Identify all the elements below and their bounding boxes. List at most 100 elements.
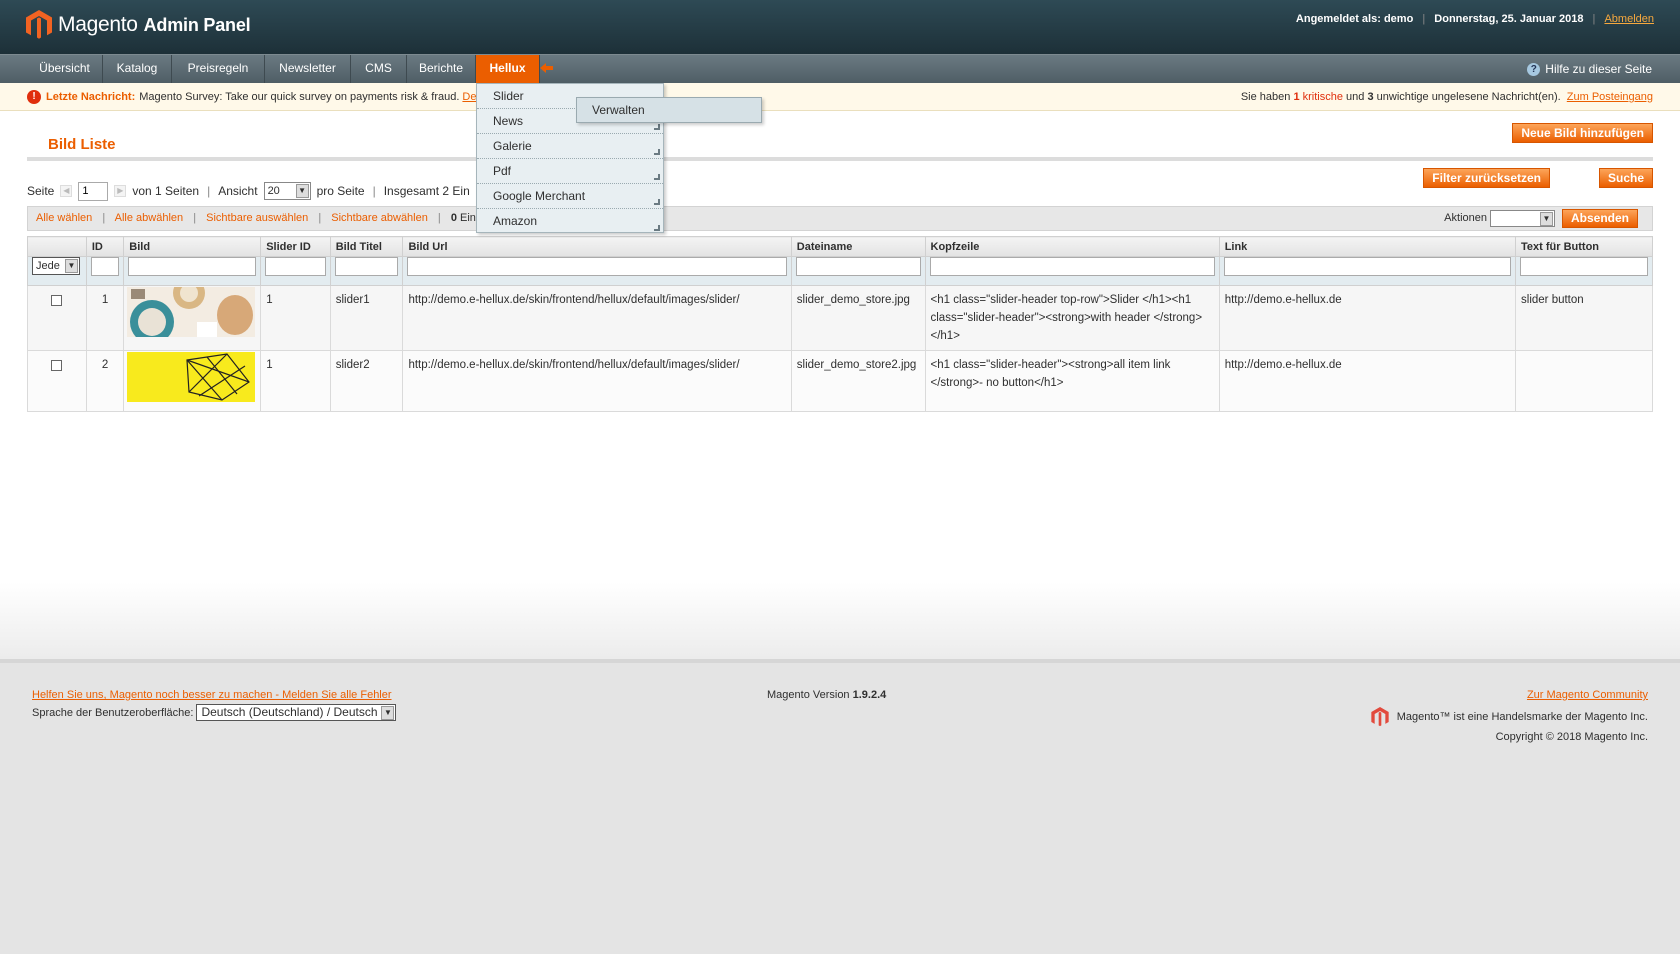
logo-brand: Magento: [58, 13, 138, 36]
prev-page-icon[interactable]: ◀: [60, 185, 73, 197]
separator: |: [207, 184, 211, 198]
select-visible-link[interactable]: Sichtbare auswählen: [206, 212, 308, 224]
critical-label: kritische: [1302, 91, 1343, 103]
logo[interactable]: Magento Admin Panel: [26, 10, 251, 40]
search-button[interactable]: Suche: [1598, 168, 1653, 188]
menu-item-pdf[interactable]: Pdf: [477, 159, 663, 184]
filter-slider-id-input[interactable]: [265, 257, 326, 276]
filter-header-input[interactable]: [929, 257, 1215, 276]
unselect-visible-link[interactable]: Sichtbare abwählen: [331, 212, 428, 224]
logout-link[interactable]: Abmelden: [1604, 13, 1654, 25]
filter-title-input[interactable]: [334, 257, 399, 276]
cell-id: 1: [85, 285, 125, 351]
next-page-icon[interactable]: ▶: [114, 185, 127, 197]
version-label: Magento Version: [767, 689, 850, 701]
nav-item-overview[interactable]: Übersicht: [27, 55, 103, 83]
chevron-down-icon: ▼: [65, 259, 78, 273]
important-count: 3: [1367, 91, 1374, 103]
nav-item-price-rules[interactable]: Preisregeln: [172, 55, 265, 83]
nav-item-reports[interactable]: Berichte: [407, 55, 476, 83]
separator: |: [318, 212, 322, 224]
magento-logo-icon: [26, 10, 52, 39]
filter-url-input[interactable]: [407, 257, 787, 276]
nav-item-catalog[interactable]: Katalog: [103, 55, 172, 83]
nav-item-hellux[interactable]: Hellux: [476, 55, 540, 83]
latest-message-label: Letzte Nachricht:: [46, 91, 136, 103]
magento-version: Magento Version 1.9.2.4: [767, 689, 886, 701]
col-header-filename[interactable]: Dateiname: [790, 236, 926, 257]
username: demo: [1383, 13, 1414, 25]
menu-item-amazon[interactable]: Amazon: [477, 209, 663, 234]
col-header-image[interactable]: Bild: [123, 236, 262, 257]
filter-button-text-input[interactable]: [1520, 257, 1648, 276]
filter-select-cell: Jede ▼: [27, 256, 87, 286]
col-header-header[interactable]: Kopfzeile: [924, 236, 1220, 257]
thumbnail-image: [127, 277, 256, 344]
page-input[interactable]: [78, 181, 109, 201]
add-image-button[interactable]: Neue Bild hinzufügen: [1512, 123, 1653, 143]
alert-icon: !: [27, 90, 41, 104]
chevron-down-icon: ▼: [1539, 212, 1553, 226]
filter-id-input[interactable]: [90, 257, 120, 276]
row-checkbox[interactable]: [51, 295, 63, 306]
nav-item-cms[interactable]: CMS: [351, 55, 407, 83]
menu-item-label: News: [493, 114, 524, 128]
reset-filter-button[interactable]: Filter zurücksetzen: [1423, 168, 1550, 188]
pin-icon[interactable]: [540, 62, 554, 74]
col-header-button-text[interactable]: Text für Button: [1515, 236, 1653, 257]
menu-item-gallery[interactable]: Galerie: [477, 134, 663, 159]
locale-select[interactable]: Deutsch (Deutschland) / Deutsch ▼: [196, 704, 397, 721]
summary-mid: und: [1346, 91, 1365, 103]
separator: |: [372, 184, 376, 198]
col-header-title[interactable]: Bild Titel: [329, 236, 404, 257]
separator: |: [193, 212, 197, 224]
select-all-link[interactable]: Alle wählen: [36, 212, 92, 224]
table-row[interactable]: 1 1 slider1 http://demo.e-hellux.de/skin…: [27, 277, 1653, 351]
per-page-select[interactable]: 20 ▼: [263, 182, 311, 200]
actions-select[interactable]: ▼: [1489, 210, 1555, 227]
col-header-url[interactable]: Bild Url: [402, 236, 792, 257]
separator: |: [1422, 13, 1426, 25]
unselect-all-link[interactable]: Alle abwählen: [115, 212, 184, 224]
submenu-arrow-icon: [654, 199, 660, 205]
row-checkbox[interactable]: [51, 360, 63, 371]
menu-item-label: Galerie: [493, 139, 532, 153]
filter-filename-input[interactable]: [795, 257, 921, 276]
nav-item-newsletter[interactable]: Newsletter: [265, 55, 351, 83]
submit-button[interactable]: Absenden: [1561, 209, 1638, 228]
cell-image: [123, 350, 262, 412]
footer: Helfen Sie uns, Magento noch besser zu m…: [0, 659, 1680, 954]
locale-label: Sprache der Benutzeroberfläche:: [32, 706, 194, 719]
latest-message-link[interactable]: De: [462, 83, 476, 111]
message-bar: ! Letzte Nachricht: Magento Survey: Take…: [0, 83, 1680, 111]
view-label: Ansicht: [218, 184, 258, 198]
cell-title: slider2: [329, 350, 404, 412]
submenu-arrow-icon: [654, 124, 660, 130]
menu-item-google-merchant[interactable]: Google Merchant: [477, 184, 663, 209]
col-header-link[interactable]: Link: [1218, 236, 1517, 257]
submenu-arrow-icon: [654, 225, 660, 231]
submenu-item-manage[interactable]: Verwalten: [576, 97, 762, 123]
cell-image: [123, 277, 262, 351]
massaction-links: Alle wählen | Alle abwählen | Sichtbare …: [36, 207, 495, 230]
separator: |: [102, 212, 106, 224]
cell-url: http://demo.e-hellux.de/skin/frontend/he…: [402, 350, 792, 412]
filter-image-input[interactable]: [128, 257, 257, 276]
table-row[interactable]: 2 1 slider2 http://demo.e-hellux.de/skin…: [27, 350, 1653, 412]
help-link[interactable]: ? Hilfe zu dieser Seite: [1527, 55, 1652, 83]
menu-item-label: Pdf: [493, 164, 512, 178]
col-header-select: [27, 236, 87, 257]
chevron-down-icon: ▼: [295, 184, 309, 198]
filter-any-select[interactable]: Jede ▼: [32, 257, 80, 275]
inbox-link[interactable]: Zum Posteingang: [1567, 91, 1653, 103]
current-date: Donnerstag, 25. Januar 2018: [1434, 13, 1584, 25]
filter-link-input[interactable]: [1223, 257, 1512, 276]
filter-cell: [1515, 256, 1653, 286]
filter-cell: [924, 256, 1220, 286]
report-bugs-link[interactable]: Helfen Sie uns, Magento noch besser zu m…: [32, 689, 392, 701]
filter-cell: [1218, 256, 1517, 286]
footer-locale: Sprache der Benutzeroberfläche: Deutsch …: [32, 704, 397, 721]
col-header-slider-id[interactable]: Slider ID: [260, 236, 331, 257]
col-header-id[interactable]: ID: [85, 236, 125, 257]
community-link[interactable]: Zur Magento Community: [1527, 689, 1648, 701]
